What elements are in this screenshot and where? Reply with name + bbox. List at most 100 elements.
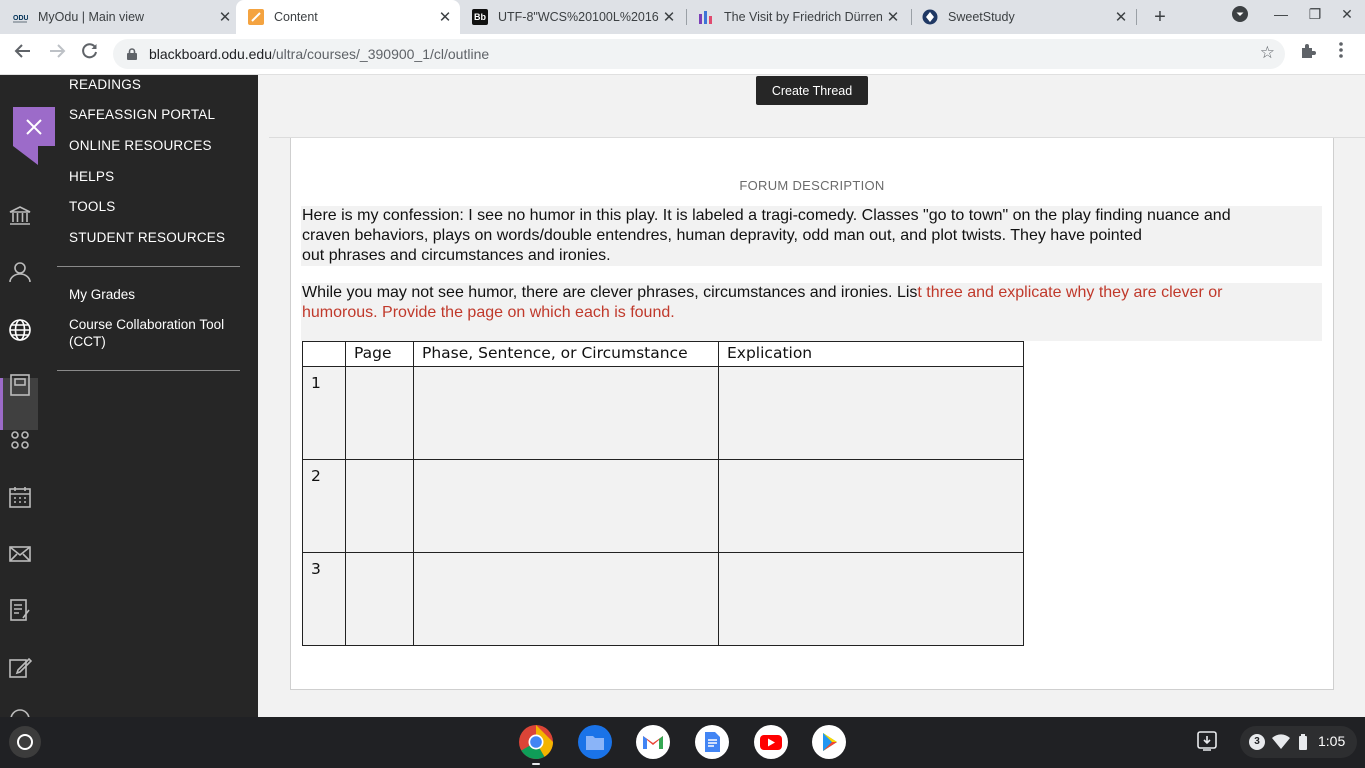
close-tab-icon[interactable]: ✕ — [1112, 8, 1130, 26]
clock: 1:05 — [1318, 733, 1346, 749]
table-row: 1 — [302, 366, 1024, 460]
row-number: 1 — [302, 366, 346, 460]
course-menu-panel: READINGS SAFEASSIGN PORTAL ONLINE RESOUR… — [38, 75, 258, 717]
launcher-icon[interactable] — [9, 726, 41, 758]
url-host: blackboard.odu.edu — [149, 46, 272, 62]
row-number: 3 — [302, 552, 346, 646]
address-bar[interactable]: blackboard.odu.edu/ultra/courses/_390900… — [113, 39, 1285, 69]
close-tab-icon[interactable]: ✕ — [660, 8, 678, 26]
instructions-paragraph: While you may not see humor, there are c… — [301, 283, 1322, 341]
menu-item-cct[interactable]: Course Collaboration Tool (CCT) — [69, 317, 224, 349]
instructions-text: While you may not see humor, there are c… — [302, 284, 918, 301]
phone-hub-icon[interactable] — [1194, 728, 1220, 754]
paragraph1-line3: out phrases and circumstances and ironie… — [302, 247, 611, 264]
reload-icon[interactable] — [77, 42, 103, 66]
tab-bb-document[interactable]: Bb UTF-8"WCS%20100L%2016 ✕ — [472, 0, 678, 34]
row-number: 2 — [302, 459, 346, 553]
column-header-phrase: Phase, Sentence, or Circumstance — [413, 341, 719, 367]
page-cell — [345, 366, 414, 460]
url-path: /ultra/courses/_390900_1/cl/outline — [272, 46, 490, 62]
phrase-cell — [413, 366, 719, 460]
tab-title: SweetStudy — [948, 10, 1015, 24]
table-header-row: Page Phase, Sentence, or Circumstance Ex… — [302, 341, 1024, 367]
main-content: Create Thread FORUM DESCRIPTION Here is … — [258, 75, 1365, 717]
play-store-app-icon[interactable] — [812, 725, 846, 759]
close-tab-icon[interactable]: ✕ — [216, 8, 234, 26]
calendar-icon[interactable] — [8, 485, 31, 508]
close-menu-button[interactable] — [13, 107, 55, 165]
status-tray[interactable]: 3 1:05 — [1240, 726, 1357, 758]
tab-the-visit[interactable]: The Visit by Friedrich Dürren ✕ — [698, 0, 902, 34]
cct-label-line2: (CCT) — [69, 334, 106, 349]
chrome-app-icon[interactable] — [519, 725, 553, 759]
profile-icon[interactable] — [8, 260, 31, 283]
notification-count: 3 — [1249, 734, 1265, 750]
menu-item-tools[interactable]: TOOLS — [69, 199, 116, 214]
tab-content[interactable]: Content ✕ — [236, 0, 460, 34]
explication-cell — [718, 552, 1024, 646]
tab-separator — [1136, 9, 1137, 25]
menu-item-readings[interactable]: READINGS — [69, 77, 141, 92]
cct-label-line1: Course Collaboration Tool — [69, 317, 225, 332]
icon-rail — [0, 75, 38, 717]
url-text: blackboard.odu.edu/ultra/courses/_390900… — [149, 46, 489, 62]
menu-item-my-grades[interactable]: My Grades — [69, 287, 135, 302]
tab-title: Content — [274, 10, 318, 24]
extensions-icon[interactable] — [1296, 42, 1320, 66]
organizations-icon[interactable] — [8, 429, 30, 451]
menu-item-helps[interactable]: HELPS — [69, 169, 114, 184]
wifi-icon — [1272, 734, 1290, 753]
svg-text:ODU: ODU — [13, 15, 28, 22]
globe-icon[interactable] — [8, 318, 31, 341]
browser-menu-icon[interactable] — [1329, 42, 1353, 66]
files-app-icon[interactable] — [578, 725, 612, 759]
menu-item-online-resources[interactable]: ONLINE RESOURCES — [69, 138, 212, 153]
forward-icon[interactable] — [44, 42, 70, 66]
gmail-app-icon[interactable] — [636, 725, 670, 759]
os-shelf: 3 1:05 — [0, 717, 1365, 768]
explication-cell — [718, 366, 1024, 460]
running-indicator — [532, 763, 540, 765]
tab-separator — [911, 9, 912, 25]
explication-cell — [718, 459, 1024, 553]
youtube-app-icon[interactable] — [754, 725, 788, 759]
more-icon[interactable] — [8, 707, 30, 717]
tab-search-icon[interactable] — [1229, 6, 1251, 25]
paragraph1-line1: Here is my confession: I see no humor in… — [302, 207, 1231, 224]
restore-icon[interactable]: ❐ — [1304, 6, 1326, 23]
back-icon[interactable] — [10, 42, 36, 66]
minimize-icon[interactable]: — — [1270, 6, 1292, 22]
instructions-highlight-line2: humorous. Provide the page on which each… — [302, 304, 675, 321]
chart-bars-icon — [698, 9, 714, 25]
column-header-number — [302, 341, 346, 367]
create-thread-button[interactable]: Create Thread — [756, 76, 868, 105]
close-tab-icon[interactable]: ✕ — [884, 8, 902, 26]
tools-edit-icon[interactable] — [8, 655, 33, 678]
close-tab-icon[interactable]: ✕ — [436, 8, 454, 26]
menu-item-safeassign[interactable]: SAFEASSIGN PORTAL — [69, 107, 215, 122]
browser-toolbar: blackboard.odu.edu/ultra/courses/_390900… — [0, 34, 1365, 75]
menu-item-student-resources[interactable]: STUDENT RESOURCES — [69, 230, 225, 245]
column-header-page: Page — [345, 341, 414, 367]
tab-myodu[interactable]: ODU MyOdu | Main view ✕ — [12, 0, 234, 34]
institution-icon[interactable] — [8, 204, 31, 226]
explication-table: Page Phase, Sentence, or Circumstance Ex… — [302, 341, 1024, 646]
docs-app-icon[interactable] — [695, 725, 729, 759]
courses-book-icon[interactable] — [8, 373, 30, 396]
phrase-cell — [413, 459, 719, 553]
tab-sweetstudy[interactable]: SweetStudy ✕ — [922, 0, 1130, 34]
blackboard-content-icon — [248, 9, 264, 25]
menu-divider — [57, 370, 240, 371]
tab-title: The Visit by Friedrich Dürren — [724, 10, 883, 24]
bookmark-star-icon[interactable]: ☆ — [1260, 43, 1275, 63]
paragraph1-line2: craven behaviors, plays on words/double … — [302, 227, 1142, 244]
bb-icon: Bb — [472, 9, 488, 25]
grades-icon[interactable] — [8, 598, 30, 621]
new-tab-button[interactable]: + — [1149, 6, 1171, 28]
messages-icon[interactable] — [8, 542, 31, 564]
page-cell — [345, 552, 414, 646]
phrase-cell — [413, 552, 719, 646]
page-cell — [345, 459, 414, 553]
table-row: 2 — [302, 459, 1024, 553]
close-window-icon[interactable]: ✕ — [1336, 6, 1358, 23]
